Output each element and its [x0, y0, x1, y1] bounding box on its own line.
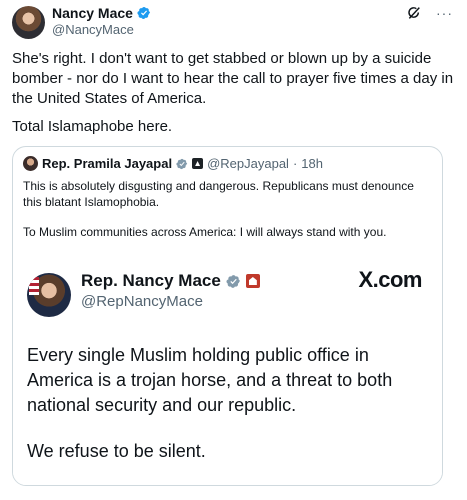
- author-avatar[interactable]: [12, 6, 45, 39]
- quoted-tweet-image[interactable]: Rep. Nancy Mace @RepNancyMace X.com Ever…: [13, 255, 442, 485]
- tweet: Nancy Mace @NancyMace ··· She's right. I…: [0, 0, 467, 500]
- image-author-name-row: Rep. Nancy Mace: [81, 271, 260, 291]
- verified-badge-icon: [137, 7, 150, 19]
- x-com-logo: X.com: [358, 267, 422, 292]
- image-verified-badge-icon: [226, 274, 240, 288]
- quoted-timestamp[interactable]: 18h: [301, 156, 323, 171]
- quoted-author-handle[interactable]: @RepJayapal: [207, 156, 289, 171]
- grok-icon[interactable]: [406, 5, 422, 21]
- tweet-text-line2: Total Islamaphobe here.: [12, 118, 173, 135]
- author-name-row: Nancy Mace: [52, 5, 151, 21]
- flag-icon: [29, 277, 39, 295]
- capitol-affiliation-icon: [245, 274, 260, 288]
- quoted-tweet[interactable]: Rep. Pramila Jayapal @RepJayapal · 18h T…: [12, 146, 443, 486]
- quoted-tweet-text: This is absolutely disgusting and danger…: [23, 179, 414, 209]
- quoted-author-name[interactable]: Rep. Pramila Jayapal: [42, 156, 172, 171]
- image-author-avatar: [27, 273, 71, 317]
- quoted-tweet-header: Rep. Pramila Jayapal @RepJayapal · 18h: [23, 156, 323, 171]
- government-affiliation-icon: [192, 158, 204, 169]
- quoted-author-avatar[interactable]: [23, 156, 38, 171]
- tweet-text: She's right. I don't want to get stabbed…: [12, 49, 457, 109]
- quoted-separator: ·: [292, 156, 298, 171]
- tweet-top-actions: ···: [406, 5, 453, 21]
- author-handle[interactable]: @NancyMace: [52, 22, 134, 37]
- author-name[interactable]: Nancy Mace: [52, 5, 133, 21]
- quoted-verified-badge-icon: [176, 158, 188, 169]
- image-author-handle: @RepNancyMace: [81, 293, 203, 310]
- quoted-tweet-text2: To Muslim communities across America: I …: [23, 225, 387, 239]
- image-author-name: Rep. Nancy Mace: [81, 271, 221, 290]
- image-body-text2: We refuse to be silent.: [27, 441, 206, 461]
- more-options-icon[interactable]: ···: [436, 6, 453, 20]
- tweet-text-paragraph: She's right. I don't want to get stabbed…: [12, 50, 458, 107]
- image-body-text: Every single Muslim holding public offic…: [27, 345, 393, 415]
